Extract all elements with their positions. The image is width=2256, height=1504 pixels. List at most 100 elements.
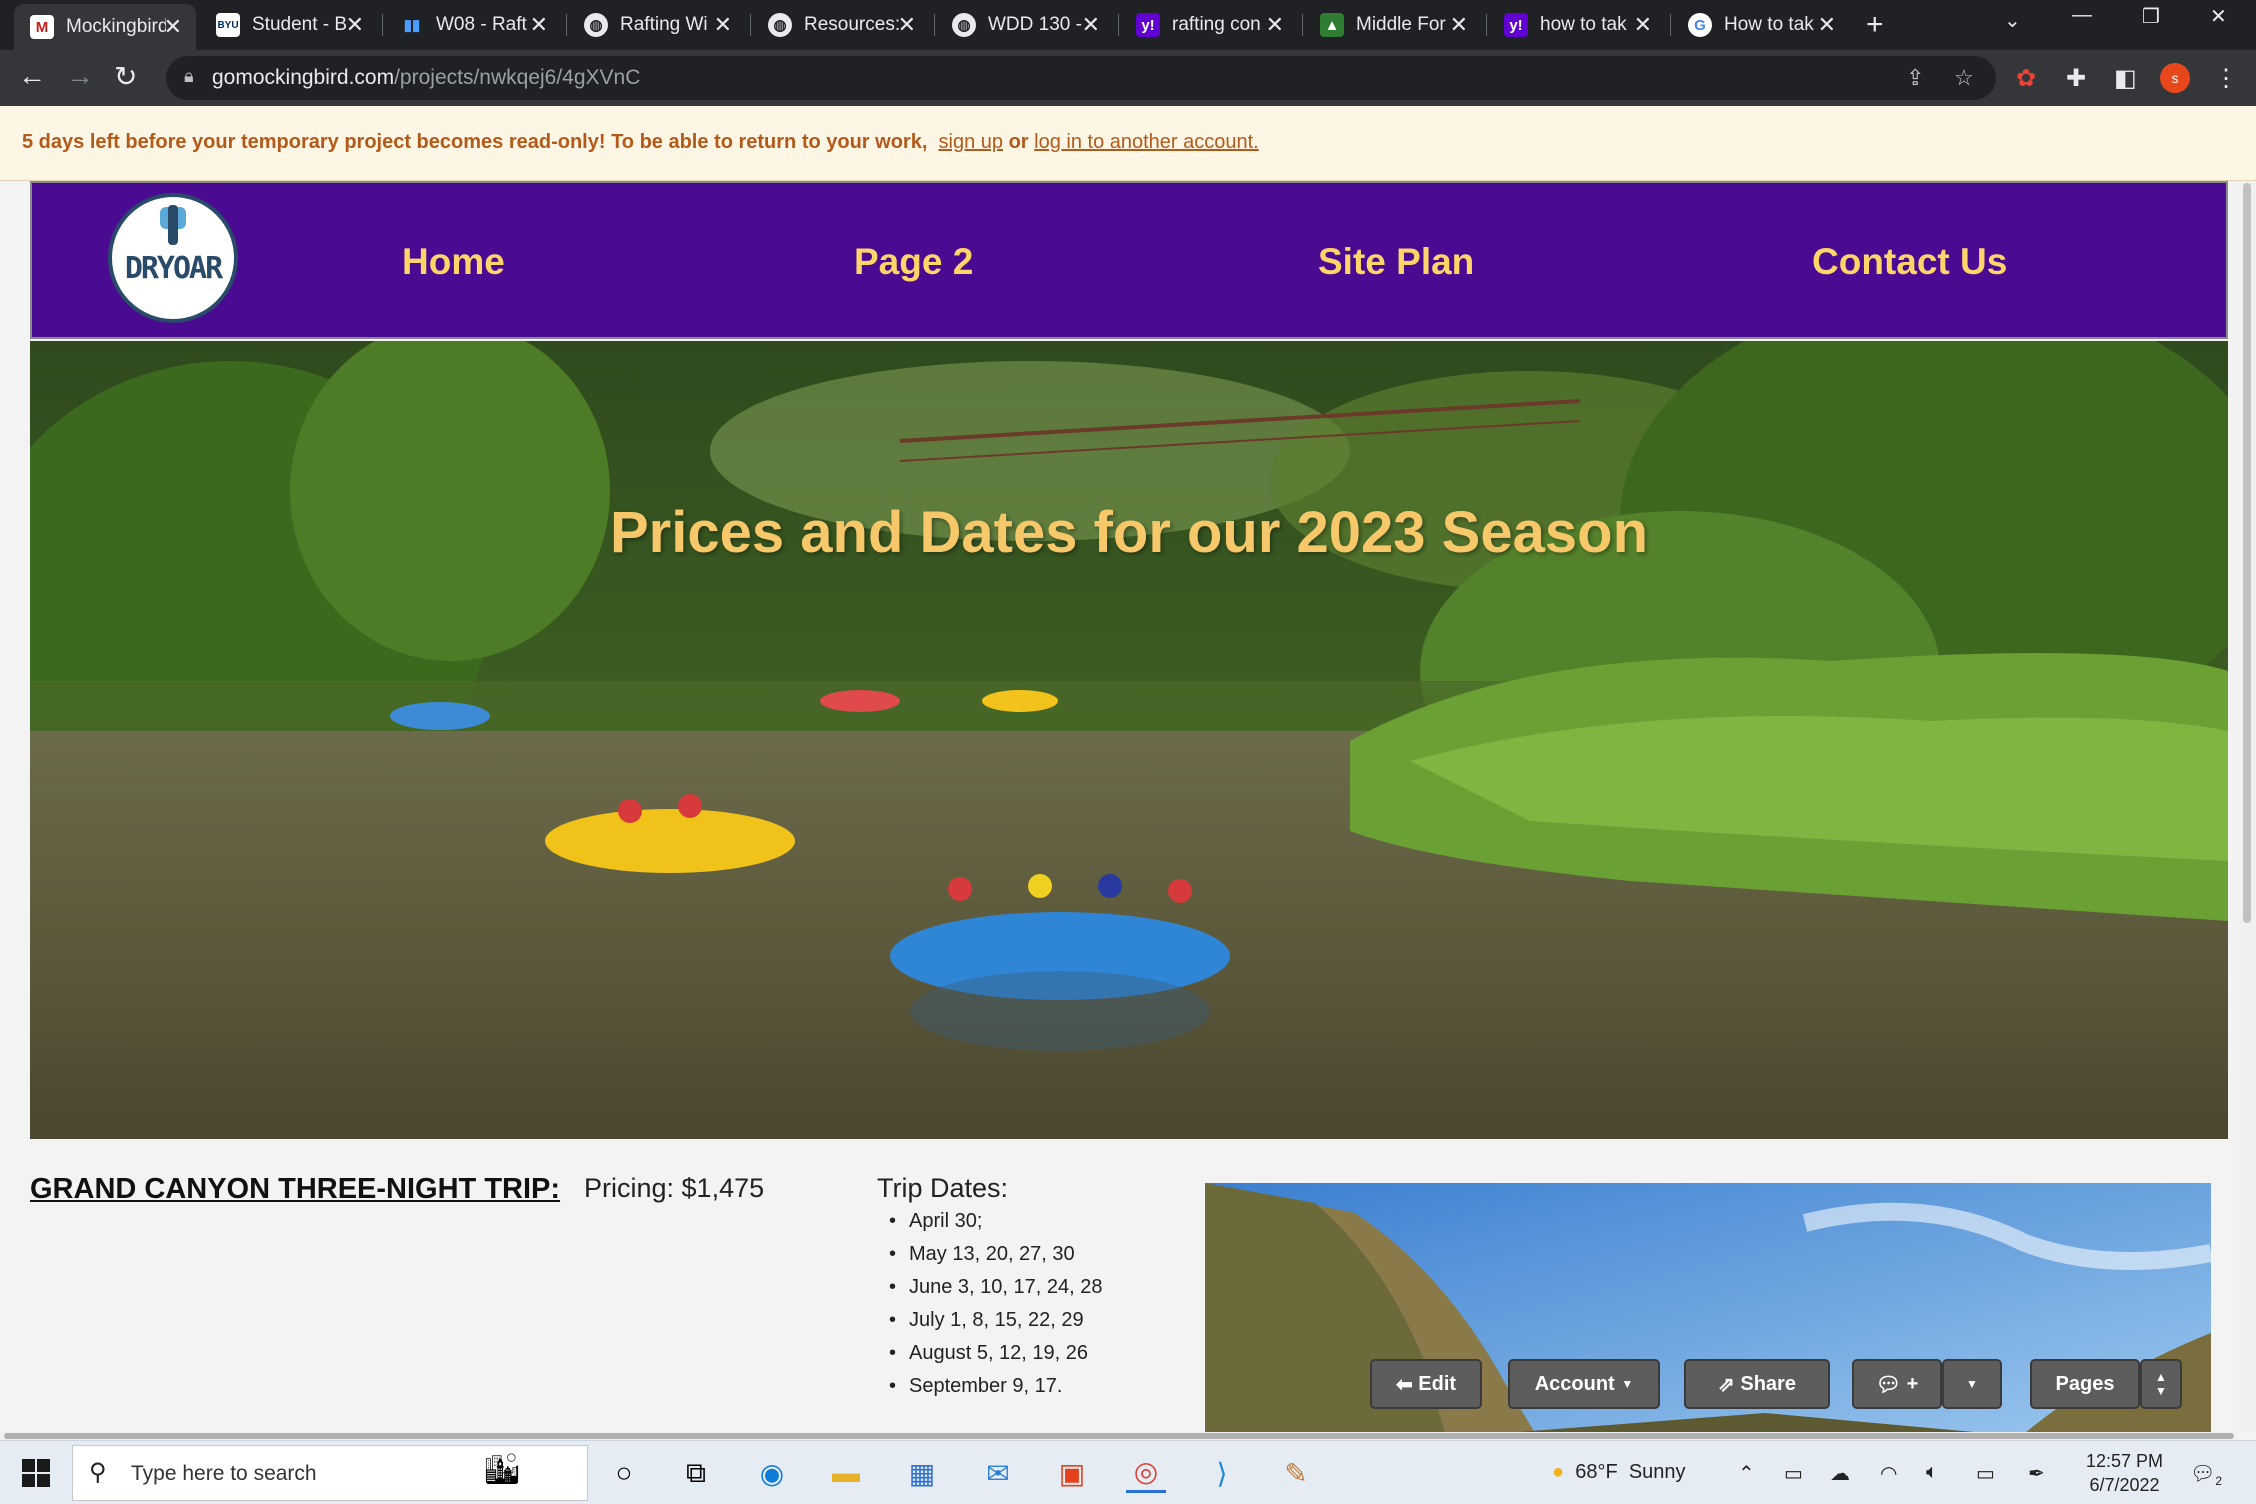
minimize-button[interactable]: — [2072,4,2092,27]
comment-dropdown-button[interactable]: ▼ [1942,1359,2002,1409]
notifications-icon[interactable]: 💬︎2 [2190,1461,2222,1488]
bookmark-star-icon[interactable]: ☆ [1954,65,1974,91]
sign-up-link[interactable]: sign up [939,131,1004,153]
close-icon[interactable]: ✕ [714,12,732,38]
tab-divider [382,14,383,36]
side-panel-icon[interactable]: ◧ [2114,64,2137,93]
reload-button[interactable]: ↻ [114,60,137,93]
close-icon[interactable]: ✕ [1818,12,1836,38]
window-close-button[interactable]: ✕ [2210,4,2227,29]
tab-mockingbird[interactable]: M Mockingbird ✕ [14,4,196,50]
share-button[interactable]: ⇗ Share [1684,1359,1830,1409]
weather-temp: 68°F [1575,1461,1618,1483]
weather-widget[interactable]: ● 68°F Sunny [1552,1461,1686,1484]
tab-title: How to tak [1724,14,1814,35]
meet-now-icon[interactable]: ▭ [1784,1461,1803,1486]
color-wheel-extension-icon[interactable]: ✿ [2016,64,2036,93]
edge-icon[interactable]: ◉ [752,1453,792,1493]
tab-title: rafting con [1172,14,1261,35]
paint-icon[interactable]: ✎ [1276,1453,1316,1493]
tab-resources[interactable]: ◍ Resources: ✕ [752,6,930,44]
close-icon[interactable]: ✕ [1634,12,1652,38]
tab-how-to-take-google[interactable]: G How to tak ✕ [1672,6,1850,44]
login-link[interactable]: log in to another account. [1034,131,1259,153]
vscode-icon[interactable]: ⟩ [1202,1453,1242,1493]
address-bar[interactable]: 🔒︎ gomockingbird.com/projects/nwkqej6/4g… [166,56,1996,100]
task-view-icon[interactable]: ⧉ [676,1453,716,1493]
new-tab-button[interactable]: + [1866,8,1884,42]
scrollbar-thumb[interactable] [4,1433,2234,1439]
pages-stepper[interactable]: ▲ ▼ [2140,1359,2182,1409]
list-item: July 1, 8, 15, 22, 29 [877,1304,1103,1337]
nav-site-plan[interactable]: Site Plan [1318,241,1474,283]
lock-icon[interactable]: 🔒︎ [184,66,194,87]
tab-how-to-take-yahoo[interactable]: y! how to tak ✕ [1488,6,1666,44]
microsoft-store-icon[interactable]: ▦ [902,1453,942,1493]
globe-icon: ◍ [768,13,792,37]
nav-home[interactable]: Home [402,241,505,283]
vertical-scrollbar[interactable] [2238,181,2256,1432]
volume-mute-icon[interactable]: 🔈︎ [1926,1461,1938,1484]
tab-title: Mockingbird [66,16,166,37]
close-icon[interactable]: ✕ [1082,12,1100,38]
tab-divider [1670,14,1671,36]
taskbar-search-box[interactable]: ⚲ Type here to search 🏙︎ [72,1445,588,1501]
pages-button[interactable]: Pages [2030,1359,2140,1409]
pen-icon[interactable]: ✒ [2028,1461,2045,1486]
tab-title: Middle For [1356,14,1446,35]
trip-heading: GRAND CANYON THREE-NIGHT TRIP: [30,1173,561,1205]
tab-student[interactable]: BYU Student - B ✕ [200,6,378,44]
chevron-up-icon[interactable]: ⌃ [1738,1461,1755,1486]
tab-rafting-con[interactable]: y! rafting con ✕ [1120,6,1298,44]
chrome-menu-icon[interactable]: ⋮ [2214,64,2238,93]
windows-start-icon[interactable] [22,1459,50,1487]
nav-contact-us[interactable]: Contact Us [1812,241,2007,283]
mail-icon[interactable]: ✉ [978,1453,1018,1493]
caret-down-icon: ▼ [1966,1377,1978,1391]
battery-icon[interactable]: ▭ [1976,1461,1995,1486]
edit-button[interactable]: ⬅ Edit [1370,1359,1482,1409]
close-icon[interactable]: ✕ [164,14,182,40]
cortana-icon[interactable]: ○ [604,1453,644,1493]
comment-label: + [1906,1372,1919,1395]
back-button[interactable]: ← [18,60,46,92]
tab-title: Student - B [252,14,348,35]
account-button[interactable]: Account ▼ [1508,1359,1660,1409]
notice-or-text: or [1008,131,1029,153]
tab-divider [1118,14,1119,36]
wifi-icon[interactable]: ◠ [1880,1461,1897,1486]
close-icon[interactable]: ✕ [1450,12,1468,38]
mockingbird-m-icon: M [30,15,54,39]
tab-middle-fork[interactable]: ▲ Middle For ✕ [1304,6,1482,44]
trip-dates-title: Trip Dates: [877,1173,1009,1203]
comment-button[interactable]: 💬︎ + [1852,1359,1942,1409]
chrome-icon[interactable]: ◎ [1126,1453,1166,1493]
office-icon[interactable]: ▣ [1052,1453,1092,1493]
scrollbar-thumb[interactable] [2243,183,2251,923]
tab-search-chevron-icon[interactable]: ⌄ [2004,8,2021,33]
close-icon[interactable]: ✕ [1266,12,1284,38]
share-page-icon[interactable]: ⇪ [1906,65,1924,91]
rafting-river-photo [30,341,2228,1139]
restore-button[interactable]: ❐ [2142,4,2160,29]
forward-button[interactable]: → [66,60,94,92]
tab-wdd130[interactable]: ◍ WDD 130 - ✕ [936,6,1114,44]
list-item: May 13, 20, 27, 30 [877,1238,1103,1271]
taskbar-clock[interactable]: 12:57 PM 6/7/2022 [2086,1449,2163,1497]
close-icon[interactable]: ✕ [346,12,364,38]
tab-rafting-wi[interactable]: ◍ Rafting Wi ✕ [568,6,746,44]
extensions-puzzle-icon[interactable]: ✚ [2066,64,2086,93]
audio-bars-icon: ▮▮ [403,17,421,34]
profile-avatar[interactable]: s [2160,63,2190,93]
tab-w08[interactable]: ▮▮ W08 - Raft ✕ [384,6,562,44]
nav-page-2[interactable]: Page 2 [854,241,973,283]
onedrive-cloud-icon[interactable]: ☁ [1830,1461,1850,1486]
horizontal-scrollbar[interactable] [0,1432,2238,1440]
close-icon[interactable]: ✕ [530,12,548,38]
hero-banner: Prices and Dates for our 2023 Season [30,341,2228,1139]
notification-count: 2 [2215,1474,2223,1488]
close-icon[interactable]: ✕ [898,12,916,38]
dryoar-logo[interactable]: DRYOAR [108,193,238,323]
read-only-notice: 5 days left before your temporary projec… [0,106,2256,181]
file-explorer-icon[interactable]: ▬ [826,1453,866,1493]
